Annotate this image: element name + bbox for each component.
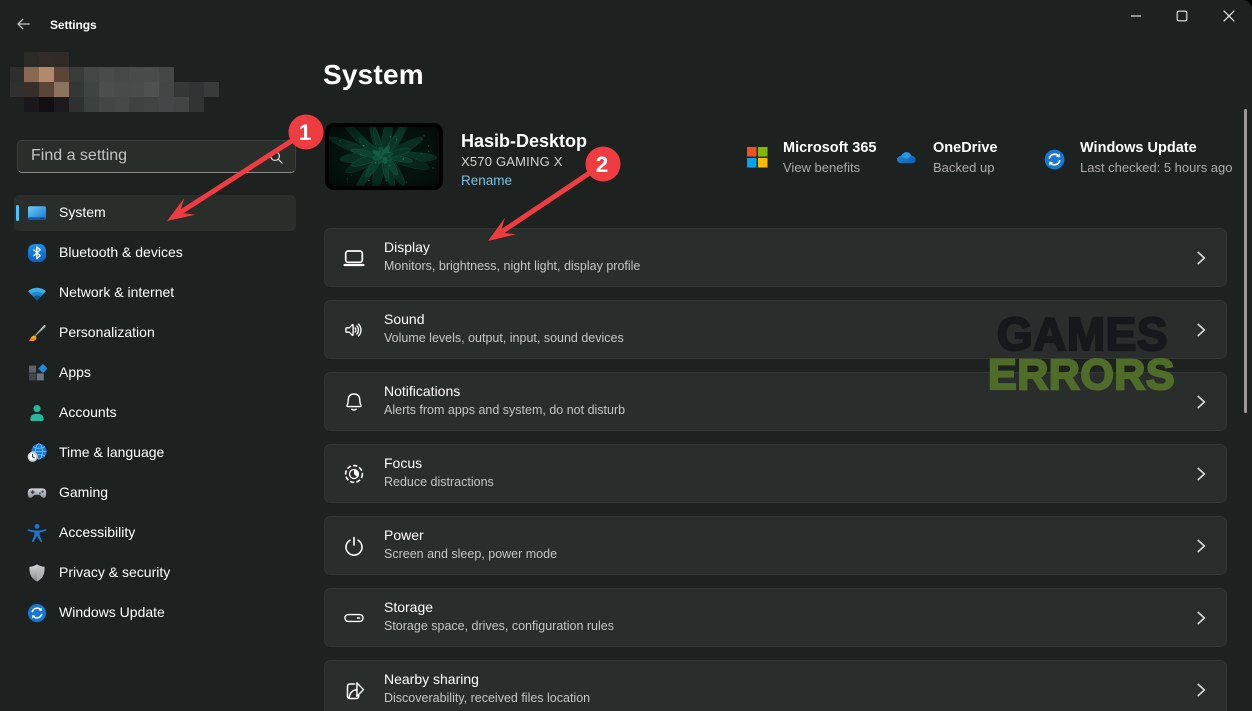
svg-text:1: 1 xyxy=(299,120,312,145)
svg-text:2: 2 xyxy=(596,152,609,177)
